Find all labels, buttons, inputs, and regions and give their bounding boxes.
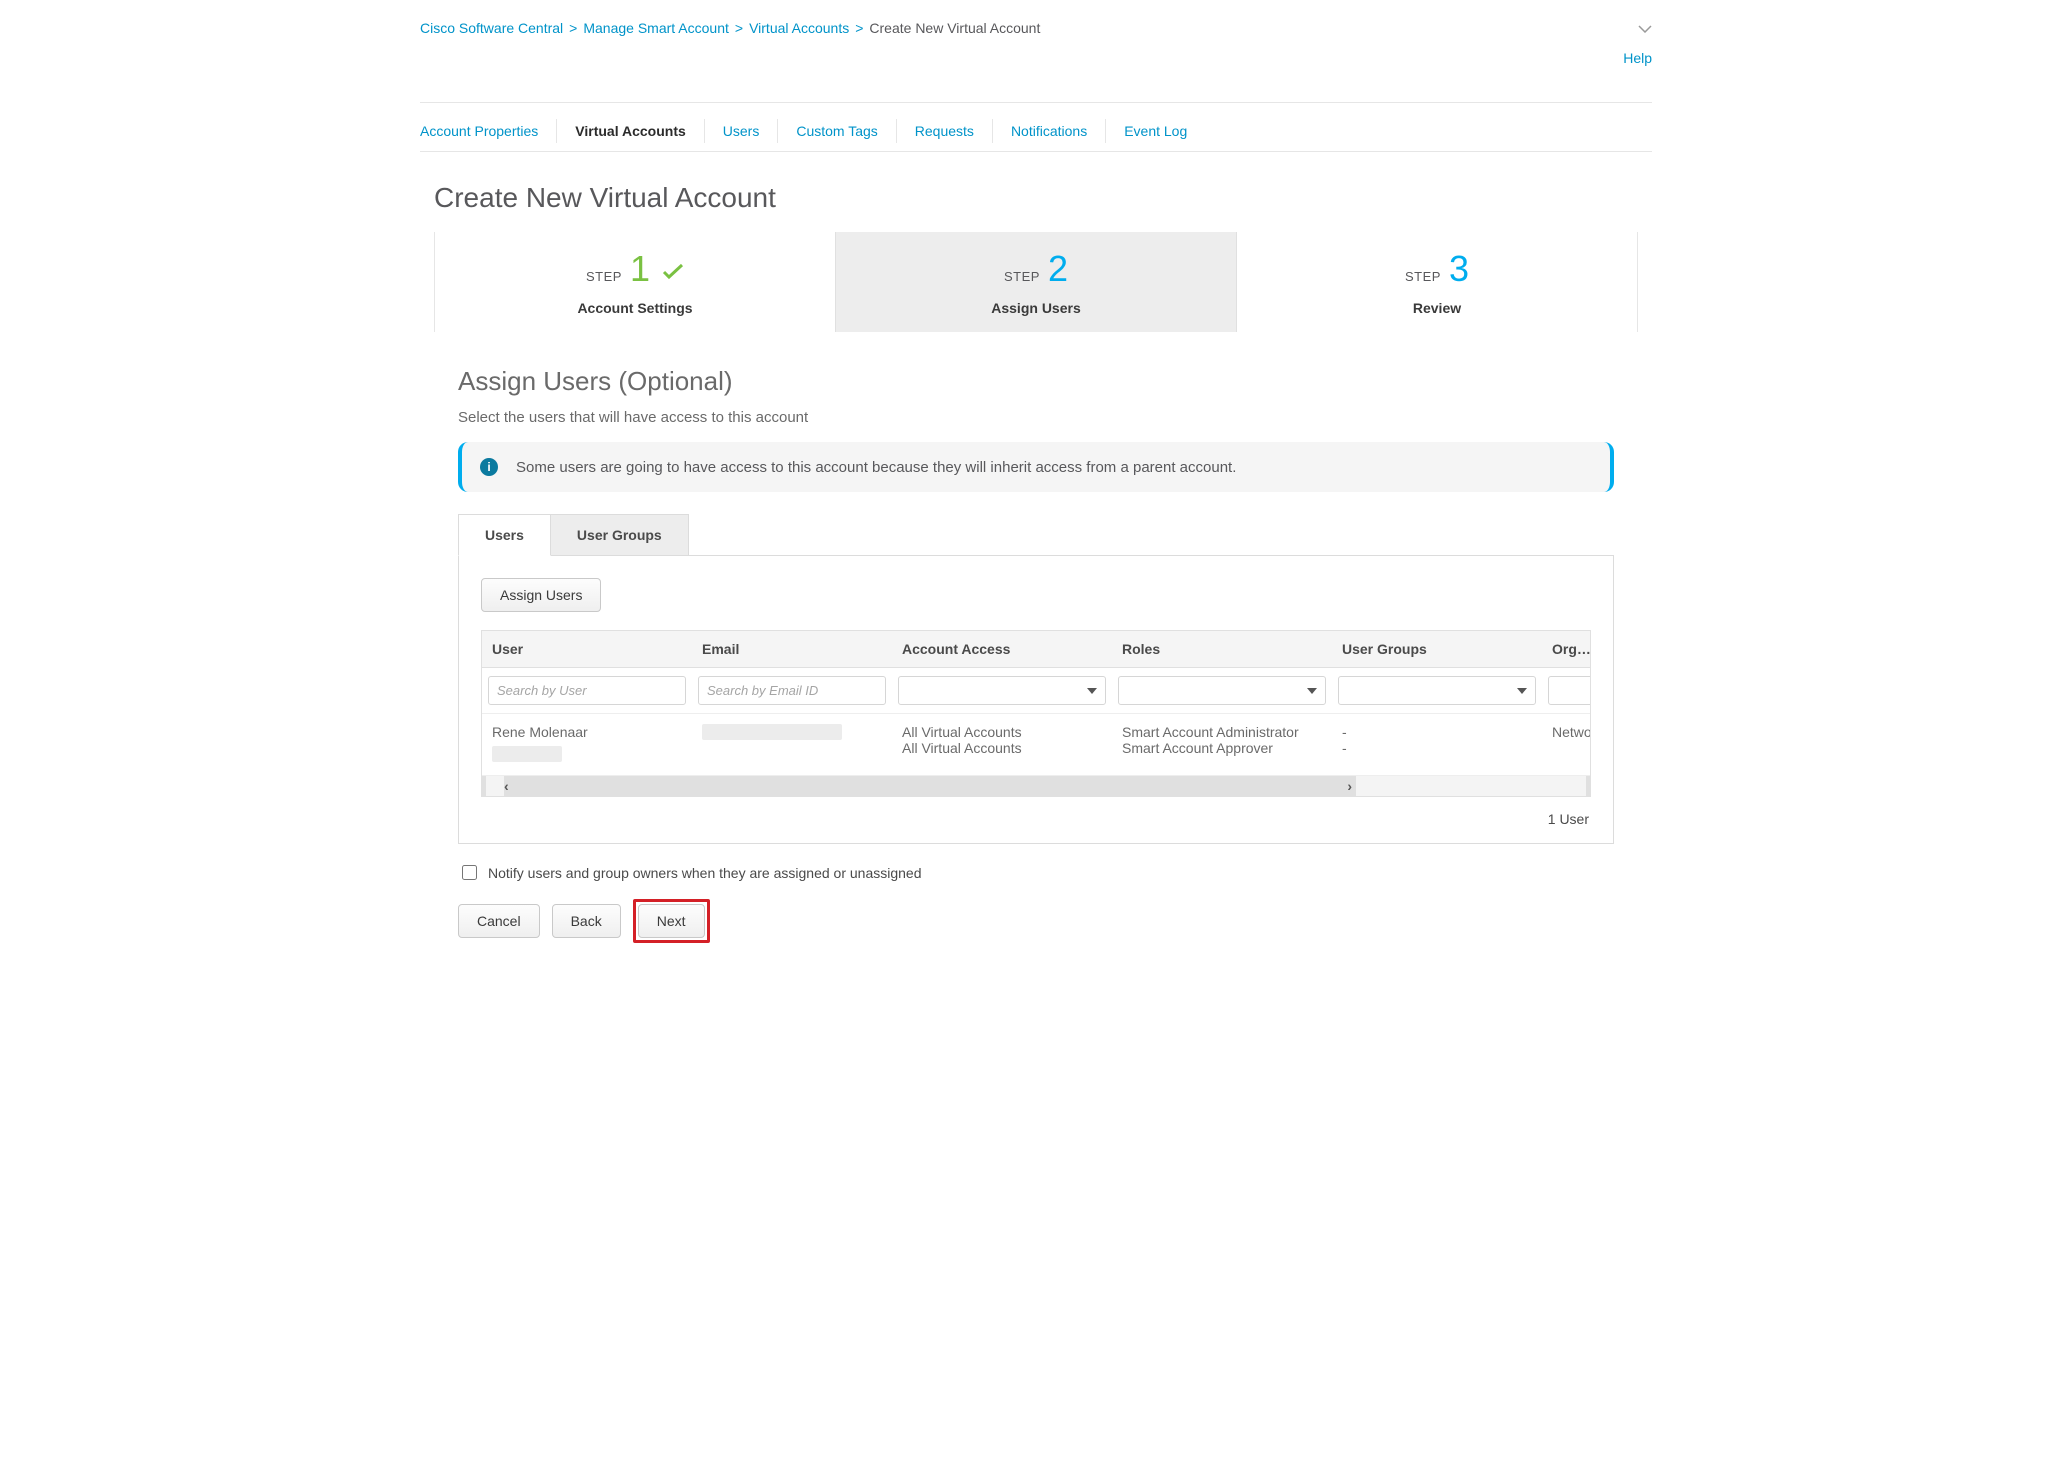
cancel-button[interactable]: Cancel	[458, 904, 540, 938]
inner-tabs: Users User Groups	[458, 514, 1614, 556]
users-table: User Email Account Access Roles User Gro…	[481, 630, 1591, 797]
col-user[interactable]: User	[482, 631, 692, 667]
tab-virtual-accounts[interactable]: Virtual Accounts	[557, 119, 704, 143]
user-name: Rene Molenaar	[492, 724, 682, 740]
filter-groups-select[interactable]	[1338, 676, 1536, 705]
access-line: All Virtual Accounts	[902, 724, 1102, 740]
breadcrumb-sep: >	[735, 20, 743, 36]
cell-access: All Virtual Accounts All Virtual Account…	[892, 714, 1112, 775]
group-line: -	[1342, 724, 1532, 740]
users-panel: Assign Users User Email Account Access R…	[458, 555, 1614, 844]
step-label: Assign Users	[844, 300, 1228, 316]
assign-users-button[interactable]: Assign Users	[481, 578, 601, 612]
inner-tab-user-groups[interactable]: User Groups	[550, 514, 689, 556]
step-word: STEP	[1405, 269, 1441, 284]
step-number: 1	[630, 248, 650, 290]
help-link[interactable]: Help	[1623, 50, 1652, 66]
tab-notifications[interactable]: Notifications	[993, 119, 1106, 143]
role-line: Smart Account Administrator	[1122, 724, 1322, 740]
info-banner: i Some users are going to have access to…	[458, 442, 1614, 492]
stepper: STEP 1 Account Settings STEP 2 Assign Us…	[434, 232, 1638, 332]
breadcrumb-current: Create New Virtual Account	[869, 20, 1040, 36]
step-label: Review	[1245, 300, 1629, 316]
filter-email-input[interactable]	[698, 676, 886, 705]
tab-event-log[interactable]: Event Log	[1106, 119, 1205, 143]
inner-tab-users[interactable]: Users	[458, 514, 551, 556]
info-icon: i	[480, 458, 498, 476]
next-button-highlight: Next	[633, 899, 710, 943]
step-label: Account Settings	[443, 300, 827, 316]
col-user-groups[interactable]: User Groups	[1332, 631, 1542, 667]
step-3: STEP 3 Review	[1237, 232, 1637, 332]
step-number: 3	[1449, 248, 1469, 290]
col-account-access[interactable]: Account Access	[892, 631, 1112, 667]
breadcrumb-link-2[interactable]: Virtual Accounts	[749, 20, 849, 36]
cell-user: Rene Molenaar	[482, 714, 692, 775]
page-title: Create New Virtual Account	[434, 182, 1638, 214]
scroll-right-icon[interactable]: ›	[1347, 778, 1352, 794]
info-text: Some users are going to have access to t…	[516, 459, 1236, 476]
section-subtitle: Select the users that will have access t…	[458, 409, 1614, 426]
step-2: STEP 2 Assign Users	[836, 232, 1237, 332]
table-row: Rene Molenaar All Virtual Accounts All V…	[482, 714, 1590, 776]
breadcrumb: Cisco Software Central > Manage Smart Ac…	[420, 20, 1040, 36]
main-tabs: Account Properties Virtual Accounts User…	[420, 111, 1652, 152]
cell-roles: Smart Account Administrator Smart Accoun…	[1112, 714, 1332, 775]
row-count: 1 User	[481, 811, 1591, 827]
group-line: -	[1342, 740, 1532, 756]
step-number: 2	[1048, 248, 1068, 290]
tab-account-properties[interactable]: Account Properties	[420, 119, 557, 143]
check-icon	[662, 261, 684, 287]
tab-custom-tags[interactable]: Custom Tags	[778, 119, 896, 143]
breadcrumb-link-1[interactable]: Manage Smart Account	[583, 20, 729, 36]
col-roles[interactable]: Roles	[1112, 631, 1332, 667]
col-email[interactable]: Email	[692, 631, 892, 667]
breadcrumb-link-0[interactable]: Cisco Software Central	[420, 20, 563, 36]
tab-requests[interactable]: Requests	[897, 119, 993, 143]
cell-email	[692, 714, 892, 775]
filter-org-input[interactable]	[1548, 676, 1591, 705]
tab-users[interactable]: Users	[705, 119, 779, 143]
breadcrumb-sep: >	[855, 20, 863, 36]
filter-user-input[interactable]	[488, 676, 686, 705]
cell-org: Networ	[1542, 714, 1591, 775]
org-line: Networ	[1552, 724, 1591, 740]
col-organization[interactable]: Organi	[1542, 631, 1591, 667]
breadcrumb-sep: >	[569, 20, 577, 36]
horizontal-scrollbar[interactable]: ‹ ›	[482, 776, 1590, 796]
redacted-text	[492, 746, 562, 762]
step-word: STEP	[1004, 269, 1040, 284]
redacted-text	[702, 724, 842, 740]
step-word: STEP	[586, 269, 622, 284]
role-line: Smart Account Approver	[1122, 740, 1322, 756]
notify-label: Notify users and group owners when they …	[488, 865, 921, 881]
step-1: STEP 1 Account Settings	[435, 232, 836, 332]
chevron-down-icon[interactable]	[1638, 20, 1652, 36]
cell-groups: - -	[1332, 714, 1542, 775]
back-button[interactable]: Back	[552, 904, 621, 938]
filter-access-select[interactable]	[898, 676, 1106, 705]
next-button[interactable]: Next	[638, 904, 705, 938]
access-line: All Virtual Accounts	[902, 740, 1102, 756]
notify-row: Notify users and group owners when they …	[458, 862, 1614, 883]
filter-roles-select[interactable]	[1118, 676, 1326, 705]
section-title: Assign Users (Optional)	[458, 366, 1614, 397]
scroll-left-icon[interactable]: ‹	[504, 778, 509, 794]
notify-checkbox[interactable]	[462, 865, 477, 880]
